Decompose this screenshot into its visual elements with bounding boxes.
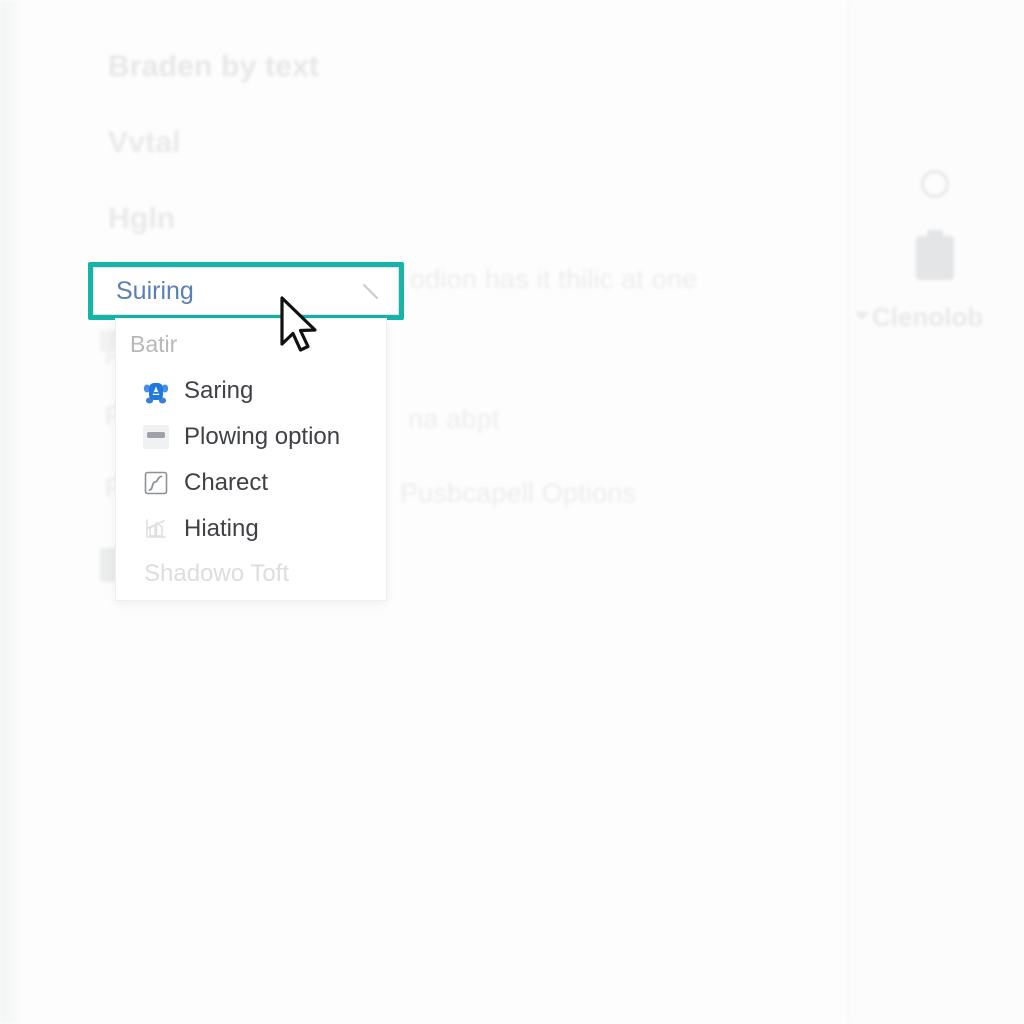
step-curve-icon [142,469,170,497]
helper-text-na: na abpt [408,404,500,434]
bot-face-icon [142,377,170,405]
dropdown-item-shadowo-toft: Shadowo Toft [116,552,386,596]
bar-chart-icon [142,515,170,543]
dropdown-item-hiating[interactable]: Hiating [116,506,386,552]
field-label-vvtal: Vvtal [108,126,181,159]
dropdown-group-label: Batir [130,331,178,357]
dropdown-item-label: Shadowo Toft [144,560,289,587]
slab-icon [142,423,170,451]
dropdown-item-saring[interactable]: Saring [116,368,386,414]
chevron-down-icon[interactable] [358,278,384,304]
dropdown-item-label: Charect [184,469,269,496]
right-pane-label: Clenolob [872,302,984,332]
clipboard-icon [916,230,954,280]
caret-down-icon [855,312,869,320]
dropdown-item-label: Saring [184,377,254,404]
dropdown-item-label: Hiating [184,515,259,542]
left-rail [0,0,20,1024]
dropdown-item-plowing-option[interactable]: Plowing option [116,414,386,460]
dropdown-item-label: Plowing option [184,423,341,450]
combobox-value: Suiring [116,276,194,305]
combobox-container[interactable]: Suiring [88,262,404,320]
circle-icon [921,170,949,198]
page-title: Braden by text [108,50,320,83]
app-root: Braden by text Vvtal Hgln odion has it t… [0,0,1024,1024]
helper-text-right: odion has it thilic at one [410,264,698,294]
dropdown-menu[interactable]: Batir Saring Plowing option Charect Hiat… [115,318,387,601]
helper-text-options: Pusbcapell Options [400,478,637,508]
dropdown-item-charect[interactable]: Charect [116,460,386,506]
field-label-hgln: Hgln [108,202,176,235]
vertical-divider [848,0,849,1024]
combobox[interactable]: Suiring [93,267,399,315]
right-pane [849,0,1024,1024]
